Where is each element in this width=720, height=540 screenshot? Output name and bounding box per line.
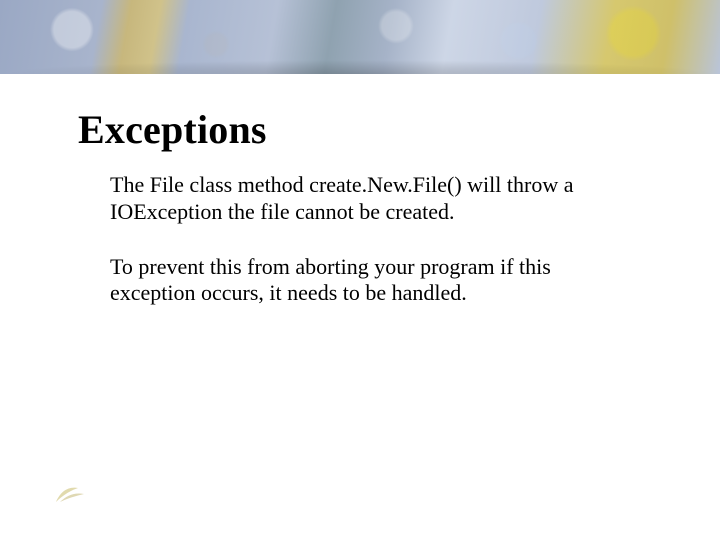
decorative-banner	[0, 0, 720, 74]
slide-body: The File class method create.New.File() …	[110, 172, 630, 307]
paragraph-1: The File class method create.New.File() …	[110, 172, 630, 226]
slide: Exceptions The File class method create.…	[0, 0, 720, 540]
paragraph-2: To prevent this from aborting your progr…	[110, 254, 630, 308]
slide-title: Exceptions	[78, 106, 267, 153]
leaf-accent-icon	[54, 482, 88, 504]
